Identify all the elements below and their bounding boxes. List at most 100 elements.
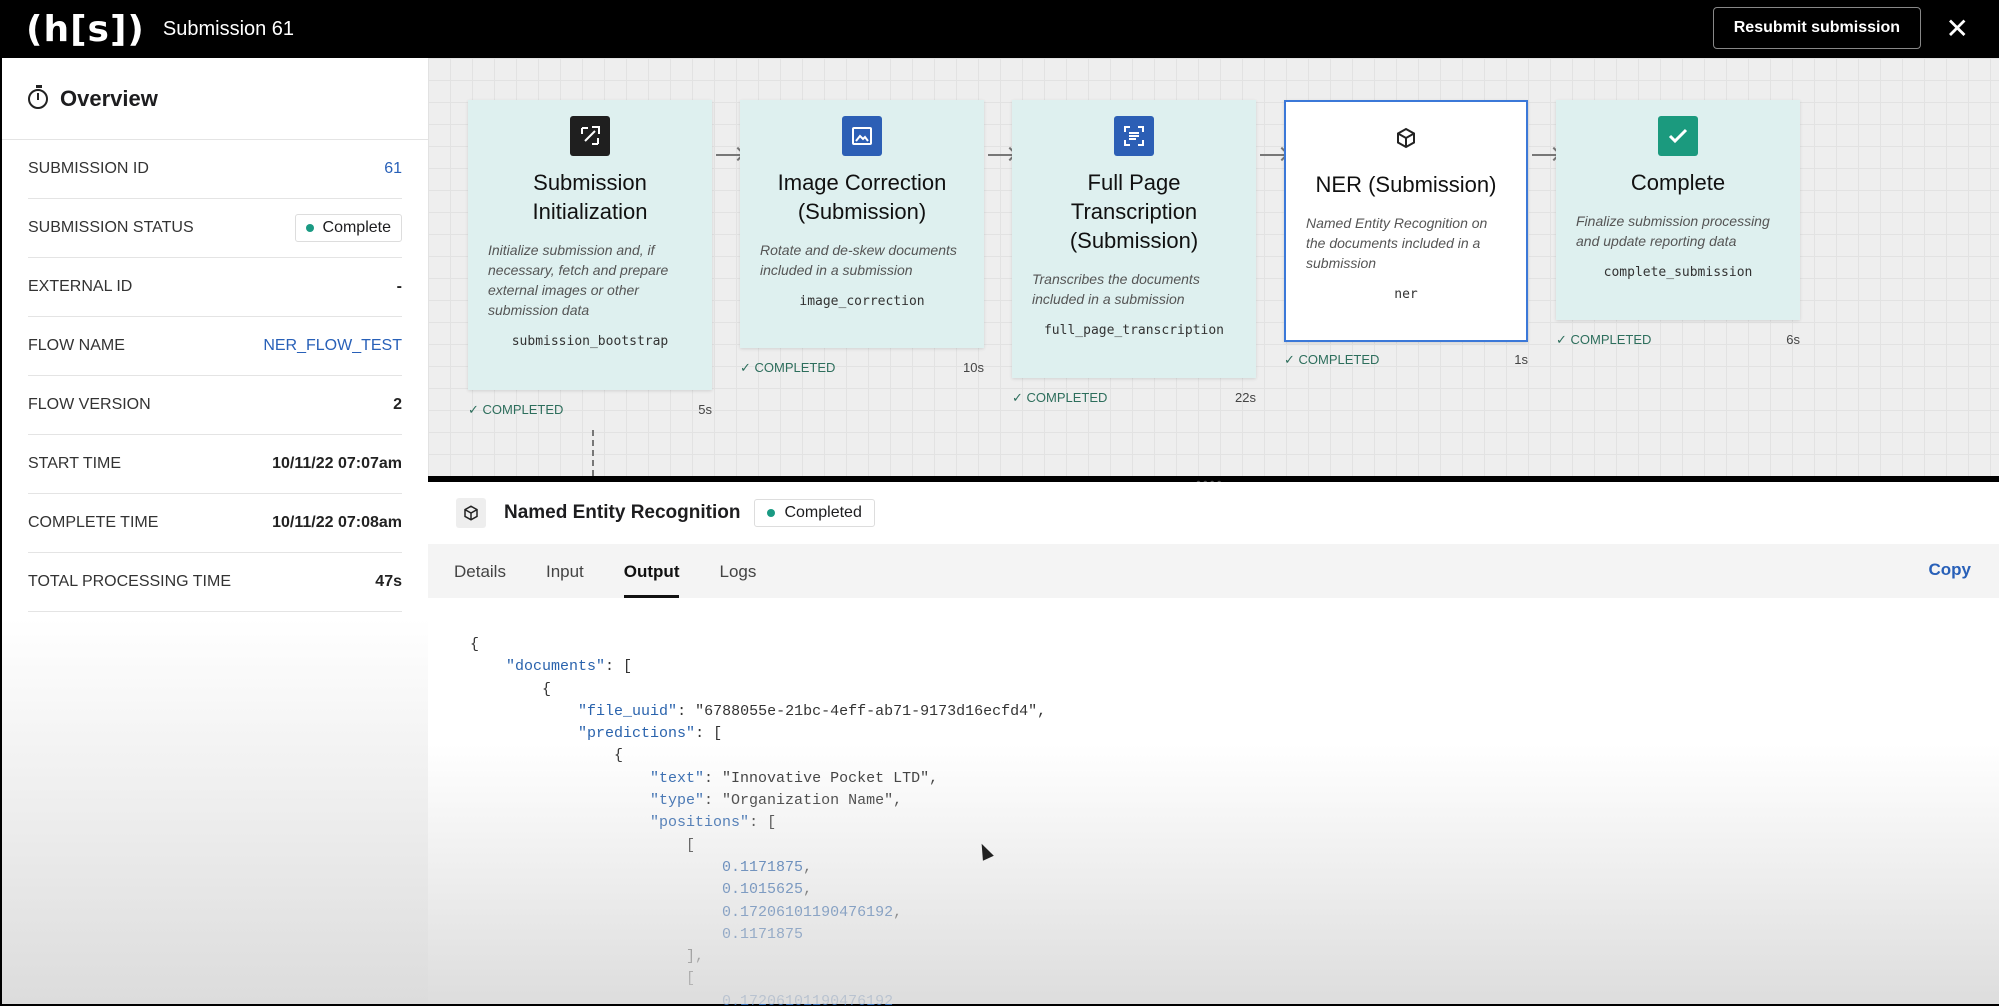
app-logo[interactable]: (h[s]) [26, 9, 145, 50]
cube-icon [456, 498, 486, 528]
flow-block-complete[interactable]: Complete Finalize submission processing … [1556, 100, 1800, 320]
duration: 22s [1235, 390, 1256, 405]
resubmit-button[interactable]: Resubmit submission [1712, 7, 1921, 49]
panel-tabs: Details Input Output Logs Copy [428, 544, 1999, 598]
overview-row-start-time: START TIME 10/11/22 07:07am [28, 435, 402, 494]
tab-output[interactable]: Output [623, 562, 680, 598]
flow-block-full-page-transcription[interactable]: Full Page Transcription (Submission) Tra… [1012, 100, 1256, 378]
overview-row-total-time: TOTAL PROCESSING TIME 47s [28, 553, 402, 612]
status-text: COMPLETED [1298, 352, 1380, 367]
completed-status: ✓ COMPLETED [740, 360, 836, 375]
code-line: { [470, 636, 480, 653]
row-value: 10/11/22 07:08am [272, 514, 402, 531]
code-line: "type": "Organization Name", [650, 792, 903, 810]
block-title: Submission Initialization [532, 170, 648, 224]
block-status: ✓ COMPLETED 5s [468, 402, 712, 418]
overview-header: Overview [2, 58, 428, 140]
row-label: TOTAL PROCESSING TIME [28, 573, 231, 590]
close-icon[interactable]: ✕ [1946, 12, 1969, 45]
row-value: 2 [393, 396, 402, 413]
tab-details[interactable]: Details [454, 562, 506, 598]
completed-status: ✓ COMPLETED [1012, 390, 1108, 405]
block-title: Full Page Transcription (Submission) [1069, 170, 1199, 253]
duration: 1s [1514, 352, 1528, 367]
sidebar-fade [2, 618, 428, 1004]
check-icon [1658, 116, 1698, 156]
image-edit-icon [842, 116, 882, 156]
row-label: COMPLETE TIME [28, 514, 159, 531]
panel-title: Named Entity Recognition [504, 502, 741, 523]
status-text: COMPLETED [1570, 332, 1652, 347]
duration: 6s [1786, 332, 1800, 347]
status-dot [767, 509, 776, 517]
code-line: "documents": [ [506, 658, 633, 676]
block-code: full_page_transcription [1043, 323, 1224, 338]
block-status: ✓ COMPLETED 10s [740, 360, 984, 376]
row-label: SUBMISSION ID [28, 160, 149, 177]
status-text: COMPLETED [754, 360, 836, 375]
status-text: Complete [322, 219, 391, 236]
row-value: 47s [375, 573, 402, 590]
status-text: Completed [784, 504, 862, 521]
output-json-viewer[interactable]: { "documents": [ { "file_uuid": "6788055… [428, 598, 1999, 1006]
block-description: Initialize submission and, if necessary,… [488, 242, 669, 318]
panel-header: Named Entity Recognition Completed [428, 482, 1999, 544]
code-line: { [470, 747, 624, 765]
tab-logs[interactable]: Logs [719, 562, 756, 598]
flow-arrow [988, 154, 1014, 156]
transform-icon [570, 116, 610, 156]
row-value: 10/11/22 07:07am [272, 455, 402, 472]
copy-button[interactable]: Copy [1929, 560, 1972, 580]
block-code: image_correction [799, 294, 925, 309]
row-label: FLOW VERSION [28, 396, 151, 413]
flow-connector-dashed [592, 430, 594, 476]
flow-arrow [1260, 154, 1286, 156]
code-line: ], [470, 948, 705, 966]
step-detail-panel: Named Entity Recognition Completed Detai… [428, 482, 1999, 1006]
block-description: Rotate and de-skew documents included in… [760, 242, 957, 278]
block-code: ner [1394, 287, 1418, 302]
row-value: - [396, 278, 402, 295]
submission-id-link[interactable]: 61 [384, 160, 402, 178]
row-label: START TIME [28, 455, 122, 472]
status-text: COMPLETED [482, 402, 564, 417]
code-line: "file_uuid": "6788055e-21bc-4eff-ab71-91… [578, 702, 1047, 720]
code-line: [ [470, 970, 696, 988]
stopwatch-icon [28, 84, 48, 109]
top-bar: (h[s]) Submission 61 Resubmit submission… [0, 0, 1999, 58]
duration: 10s [963, 360, 984, 375]
code-line: 0.17206101190476192, [722, 903, 903, 921]
overview-row-submission-id: SUBMISSION ID 61 [28, 140, 402, 199]
flow-block-ner[interactable]: NER (Submission) Named Entity Recognitio… [1284, 100, 1528, 342]
flow-name-link[interactable]: NER_FLOW_TEST [263, 337, 402, 355]
code-line: 0.1171875 [722, 925, 804, 943]
code-line: [ [470, 836, 696, 854]
flow-arrow [716, 154, 742, 156]
overview-row-status: SUBMISSION STATUS Complete [28, 199, 402, 258]
cube-icon [1386, 118, 1426, 158]
tab-input[interactable]: Input [546, 562, 584, 598]
completed-status: ✓ COMPLETED [1284, 352, 1380, 367]
block-code: submission_bootstrap [511, 334, 669, 349]
code-line: { [470, 680, 552, 698]
flow-block-submission-init[interactable]: Submission Initialization Initialize sub… [468, 100, 712, 390]
flow-block-image-correction[interactable]: Image Correction (Submission) Rotate and… [740, 100, 984, 348]
code-line: 0.17206101190476192 [722, 992, 894, 1006]
code-line: 0.1015625, [722, 881, 813, 899]
duration: 5s [698, 402, 712, 417]
status-dot [305, 224, 314, 232]
status-badge: Completed [754, 499, 875, 527]
block-description: Named Entity Recognition on the document… [1306, 215, 1488, 271]
code-line: "predictions": [ [578, 725, 723, 743]
completed-status: ✓ COMPLETED [468, 402, 564, 417]
overview-title: Overview [60, 85, 158, 111]
status-text: COMPLETED [1026, 390, 1108, 405]
block-code: complete_submission [1603, 265, 1753, 280]
flow-canvas[interactable]: Submission Initialization Initialize sub… [428, 58, 1999, 476]
row-label: SUBMISSION STATUS [28, 219, 194, 236]
block-title: Complete [1630, 170, 1726, 195]
row-label: EXTERNAL ID [28, 278, 133, 295]
scan-text-icon [1114, 116, 1154, 156]
block-description: Finalize submission processing and updat… [1576, 213, 1770, 249]
code-line: "positions": [ [650, 814, 777, 832]
